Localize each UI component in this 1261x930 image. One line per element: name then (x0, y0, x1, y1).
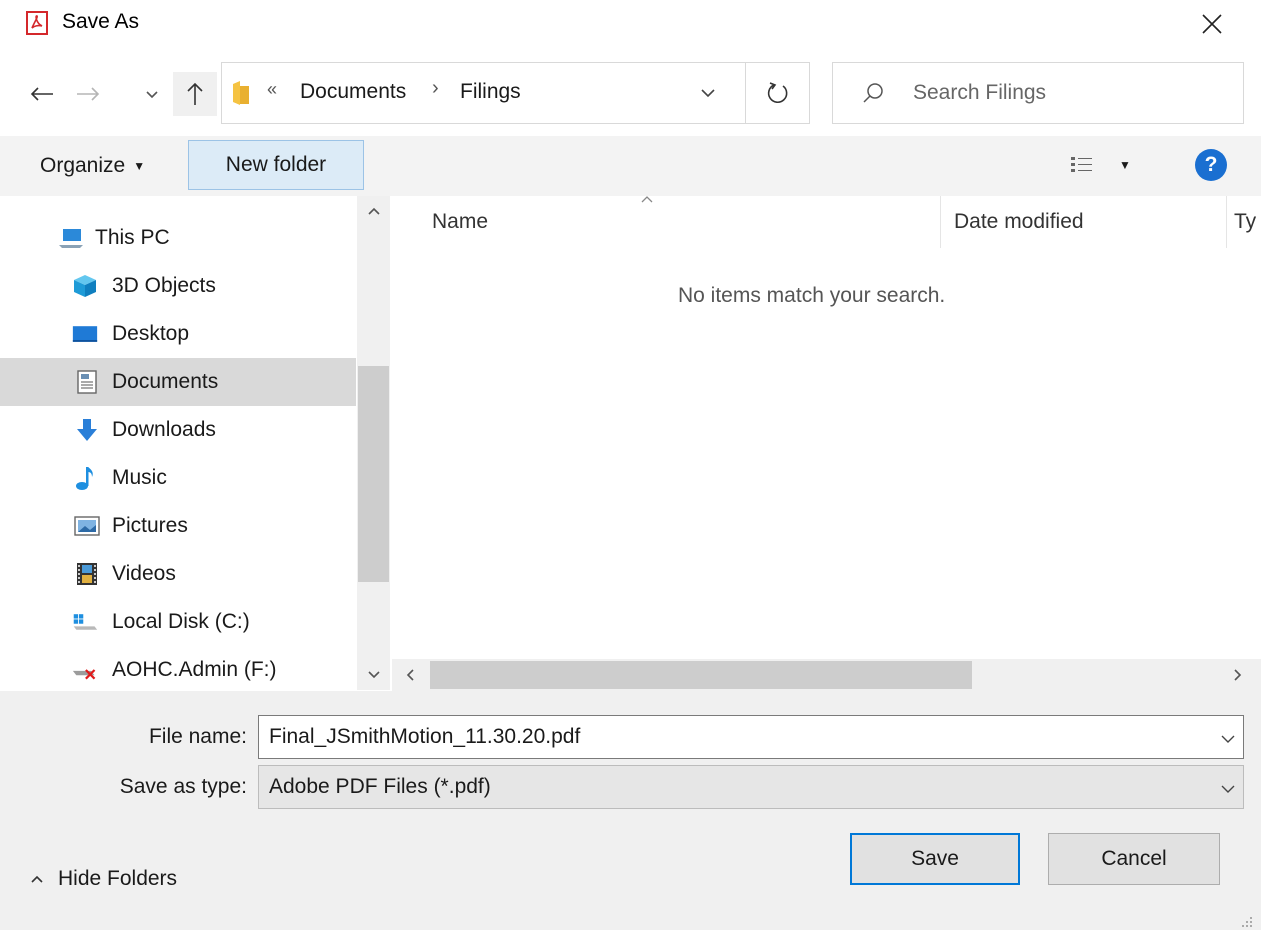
new-folder-button[interactable]: New folder (188, 140, 364, 190)
disconnected-drive-icon (72, 657, 98, 683)
save-type-label: Save as type: (119, 775, 247, 798)
cancel-button[interactable]: Cancel (1048, 833, 1220, 885)
windows-drive-icon (72, 609, 98, 635)
horizontal-scrollbar[interactable] (392, 659, 1261, 691)
details-view-icon (1071, 157, 1092, 172)
folder-icon (233, 81, 249, 105)
nav-item-this-pc[interactable]: This PC (0, 214, 356, 262)
refresh-button[interactable] (746, 62, 810, 124)
documents-icon (74, 369, 100, 395)
navigation-pane: This PC 3D Objects Desktop Documents Dow… (0, 196, 390, 690)
chevron-down-icon[interactable] (1218, 779, 1238, 799)
nav-item-desktop[interactable]: Desktop (0, 310, 356, 358)
nav-label: Documents (112, 370, 219, 393)
nav-item-aohc-admin[interactable]: AOHC.Admin (F:) (0, 646, 356, 690)
computer-icon (58, 225, 84, 251)
hide-folders-button[interactable]: Hide Folders (30, 867, 177, 891)
arrow-up-icon (187, 82, 203, 105)
desktop-icon (72, 321, 98, 347)
window-title: Save As (62, 10, 140, 33)
nav-label: Pictures (112, 514, 188, 537)
arrow-right-icon (77, 87, 100, 101)
chevron-left-icon[interactable] (398, 663, 422, 687)
nav-label: 3D Objects (112, 274, 216, 297)
column-header-name[interactable]: Name (432, 210, 488, 234)
column-divider[interactable] (940, 196, 941, 248)
chevron-down-icon (146, 91, 158, 99)
nav-item-documents[interactable]: Documents (0, 358, 356, 406)
arrow-left-icon (30, 87, 53, 101)
nav-label: Music (112, 466, 167, 489)
save-form: File name: Save as type: Adobe PDF Files… (0, 691, 1261, 930)
overflow-chevron[interactable]: « (267, 79, 277, 100)
navigation-scrollbar[interactable] (357, 196, 390, 690)
nav-label: Local Disk (C:) (112, 610, 250, 633)
scrollbar-thumb[interactable] (358, 366, 389, 582)
scrollbar-thumb[interactable] (430, 661, 972, 689)
nav-item-local-disk[interactable]: Local Disk (C:) (0, 598, 356, 646)
sort-up-icon (641, 196, 653, 203)
nav-item-downloads[interactable]: Downloads (0, 406, 356, 454)
nav-item-music[interactable]: Music (0, 454, 356, 502)
chevron-up-icon (31, 875, 43, 883)
film-icon (74, 561, 100, 587)
breadcrumb-documents[interactable]: Documents (300, 80, 406, 104)
nav-label: Desktop (112, 322, 190, 345)
organize-button[interactable]: Organize ▼ (32, 148, 153, 184)
toolbar: Organize ▼ New folder ▼ ? (0, 136, 1261, 196)
organize-label: Organize (40, 154, 126, 177)
save-type-select[interactable]: Adobe PDF Files (*.pdf) (258, 765, 1244, 809)
file-name-label: File name: (148, 725, 247, 748)
column-header-type[interactable]: Ty (1234, 210, 1256, 234)
up-button[interactable] (173, 72, 217, 116)
chevron-down-icon[interactable] (365, 666, 383, 684)
file-name-input[interactable] (258, 715, 1244, 759)
view-options-button[interactable] (1062, 150, 1102, 180)
empty-message: No items match your search. (678, 284, 946, 307)
search-box[interactable]: Search Filings (832, 62, 1244, 124)
chevron-right-icon[interactable] (1226, 663, 1250, 687)
music-note-icon (72, 465, 98, 491)
download-arrow-icon (74, 417, 100, 443)
chevron-down-icon[interactable] (698, 83, 718, 103)
nav-label: This PC (95, 226, 170, 249)
close-icon (1202, 14, 1222, 34)
address-bar[interactable]: « Documents › Filings (221, 62, 746, 124)
caret-down-icon: ▼ (133, 159, 146, 173)
nav-label: Downloads (112, 418, 216, 441)
resize-grip-icon[interactable] (1240, 915, 1254, 929)
nav-item-videos[interactable]: Videos (0, 550, 356, 598)
file-list[interactable]: Name Date modified Ty No items match you… (392, 196, 1261, 659)
forward-button[interactable] (68, 76, 108, 112)
column-header-date-modified[interactable]: Date modified (954, 210, 1084, 234)
refresh-icon (767, 82, 787, 104)
caret-down-icon[interactable]: ▼ (1112, 150, 1138, 180)
nav-label: Videos (112, 562, 176, 585)
pictures-icon (74, 513, 100, 539)
chevron-up-icon[interactable] (365, 202, 383, 220)
back-button[interactable] (22, 76, 62, 112)
breadcrumb-filings[interactable]: Filings (460, 80, 521, 104)
hide-folders-label: Hide Folders (58, 867, 178, 890)
nav-item-3d-objects[interactable]: 3D Objects (0, 262, 356, 310)
close-button[interactable] (1190, 4, 1234, 44)
title-bar: Save As (0, 0, 1261, 50)
chevron-down-icon[interactable] (1218, 729, 1238, 749)
nav-label: AOHC.Admin (F:) (112, 658, 277, 681)
nav-item-pictures[interactable]: Pictures (0, 502, 356, 550)
column-divider[interactable] (1226, 196, 1227, 248)
save-button[interactable]: Save (850, 833, 1020, 885)
recent-locations-button[interactable] (140, 80, 164, 110)
search-icon (863, 83, 883, 103)
pdf-icon (26, 11, 48, 35)
cube-icon (72, 273, 98, 299)
help-button[interactable]: ? (1195, 149, 1227, 181)
breadcrumb-separator[interactable]: › (432, 77, 439, 100)
search-placeholder: Search Filings (913, 81, 1047, 104)
